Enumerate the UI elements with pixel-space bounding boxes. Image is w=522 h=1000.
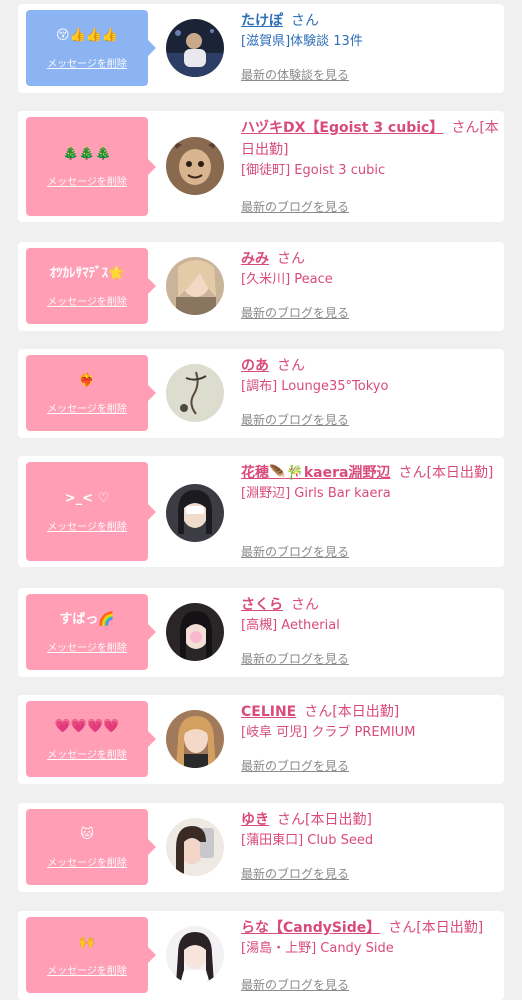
message-text: 🐱 (80, 826, 94, 842)
honorific: さん (277, 251, 305, 267)
avatar[interactable] (166, 484, 224, 542)
list-item: >_< ♡ メッセージを削除 花穂🪶🎋kaera淵野辺 さん[本日出勤] [淵野辺… (18, 456, 504, 567)
honorific: さん (291, 597, 319, 613)
honorific: さん (291, 13, 319, 29)
message-text: ❤️‍🔥 (78, 372, 96, 388)
user-detail: [久米川] Peace (241, 272, 333, 287)
latest-link[interactable]: 最新のブログを見る (241, 543, 349, 560)
avatar[interactable] (166, 710, 224, 768)
latest-link[interactable]: 最新のブログを見る (241, 757, 349, 774)
message-bubble: ｵﾂｶﾚｻﾏﾃﾞｽ🌟 メッセージを削除 (26, 248, 156, 324)
user-detail: [淵野辺] Girls Bar kaera (241, 486, 391, 501)
message-bubble: 🎄🎄🎄 メッセージを削除 (26, 117, 156, 216)
delete-message-link[interactable]: メッセージを削除 (47, 173, 127, 188)
delete-message-link[interactable]: メッセージを削除 (47, 639, 127, 654)
list-item: 🙌 メッセージを削除 らな【CandySide】 さん[本日出勤] [湯島・上野]… (18, 911, 504, 1000)
user-detail: [調布] Lounge35°Tokyo (241, 379, 389, 394)
message-text: 🙌 (78, 934, 96, 950)
list-item: すばっ🌈 メッセージを削除 さくら さん [高槻] Aetherial 最新のブロ… (18, 588, 504, 677)
list-item: ｵﾂｶﾚｻﾏﾃﾞｽ🌟 メッセージを削除 みみ さん [久米川] Peace 最新の… (18, 242, 504, 331)
user-name-link[interactable]: らな【CandySide】 (241, 920, 380, 936)
user-name-link[interactable]: みみ (241, 251, 269, 267)
delete-message-link[interactable]: メッセージを削除 (47, 400, 127, 415)
list-item: 🐱 メッセージを削除 ゆき さん[本日出勤] [蒲田東口] Club Seed 最… (18, 803, 504, 892)
status-text: [本日出勤] (332, 704, 400, 720)
status-text: [本日出勤] (426, 465, 494, 481)
message-text: >_< ♡ (64, 491, 110, 506)
honorific: さん (398, 465, 427, 481)
message-text: 💗💗💗💗 (54, 718, 120, 734)
avatar[interactable] (166, 19, 224, 77)
message-list: 😚👍👍👍 メッセージを削除 たけぽ さん [滋賀県]体験談 13件 最新の体験談を… (0, 0, 522, 1000)
message-text: 🎄🎄🎄 (62, 146, 112, 161)
user-detail: [蒲田東口] Club Seed (241, 833, 374, 848)
list-item: 🎄🎄🎄 メッセージを削除 ハヅキDX【Egoist 3 cubic】 さん[本日出… (18, 111, 504, 222)
user-detail: [湯島・上野] Candy Side (241, 941, 394, 956)
latest-link[interactable]: 最新のブログを見る (241, 304, 349, 321)
avatar[interactable] (166, 603, 224, 661)
delete-message-link[interactable]: メッセージを削除 (47, 293, 127, 308)
list-item: 😚👍👍👍 メッセージを削除 たけぽ さん [滋賀県]体験談 13件 最新の体験談を… (18, 4, 504, 93)
user-name-link[interactable]: たけぽ (241, 13, 283, 29)
honorific: さん (388, 920, 417, 936)
user-name-link[interactable]: 花穂🪶🎋kaera淵野辺 (241, 465, 390, 481)
delete-message-link[interactable]: メッセージを削除 (47, 518, 127, 533)
honorific: さん (277, 812, 305, 828)
user-name-link[interactable]: のあ (241, 358, 269, 374)
user-name-link[interactable]: ゆき (241, 812, 269, 828)
user-detail: [御徒町] Egoist 3 cubic (241, 163, 386, 178)
avatar[interactable] (166, 257, 224, 315)
user-name-link[interactable]: ハヅキDX【Egoist 3 cubic】 (241, 120, 443, 136)
honorific: さん (277, 358, 305, 374)
latest-link[interactable]: 最新の体験談を見る (241, 66, 349, 83)
latest-link[interactable]: 最新のブログを見る (241, 650, 349, 667)
message-bubble: 😚👍👍👍 メッセージを削除 (26, 10, 156, 86)
delete-message-link[interactable]: メッセージを削除 (47, 746, 127, 761)
user-detail: [岐阜 可児] クラブ PREMIUM (241, 725, 416, 740)
user-name-link[interactable]: さくら (241, 597, 283, 613)
user-detail: [高槻] Aetherial (241, 618, 340, 633)
latest-link[interactable]: 最新のブログを見る (241, 198, 349, 215)
avatar[interactable] (166, 818, 224, 876)
status-text: [本日出勤] (305, 812, 372, 828)
message-bubble: すばっ🌈 メッセージを削除 (26, 594, 156, 670)
status-text: [本日出勤] (416, 920, 484, 936)
message-bubble: 🙌 メッセージを削除 (26, 917, 156, 993)
latest-link[interactable]: 最新のブログを見る (241, 411, 349, 428)
avatar[interactable] (166, 364, 224, 422)
honorific: さん (304, 704, 333, 720)
latest-link[interactable]: 最新のブログを見る (241, 976, 349, 993)
message-text: すばっ🌈 (59, 611, 115, 627)
message-text: ｵﾂｶﾚｻﾏﾃﾞｽ🌟 (49, 265, 125, 281)
message-bubble: 💗💗💗💗 メッセージを削除 (26, 701, 156, 777)
delete-message-link[interactable]: メッセージを削除 (47, 962, 127, 977)
latest-link[interactable]: 最新のブログを見る (241, 865, 349, 882)
message-bubble: ❤️‍🔥 メッセージを削除 (26, 355, 156, 431)
message-bubble: >_< ♡ メッセージを削除 (26, 462, 156, 561)
message-text: 😚👍👍👍 (55, 27, 119, 43)
message-bubble: 🐱 メッセージを削除 (26, 809, 156, 885)
list-item: ❤️‍🔥 メッセージを削除 のあ さん [調布] Lounge35°Tokyo 最… (18, 349, 504, 438)
avatar[interactable] (166, 137, 224, 195)
user-detail: [滋賀県]体験談 13件 (241, 34, 363, 49)
avatar[interactable] (166, 926, 224, 984)
honorific: さん (451, 120, 480, 136)
delete-message-link[interactable]: メッセージを削除 (47, 854, 127, 869)
list-item: 💗💗💗💗 メッセージを削除 CELINE さん[本日出勤] [岐阜 可児] クラブ… (18, 695, 504, 784)
user-name-link[interactable]: CELINE (241, 704, 296, 720)
delete-message-link[interactable]: メッセージを削除 (47, 55, 127, 70)
